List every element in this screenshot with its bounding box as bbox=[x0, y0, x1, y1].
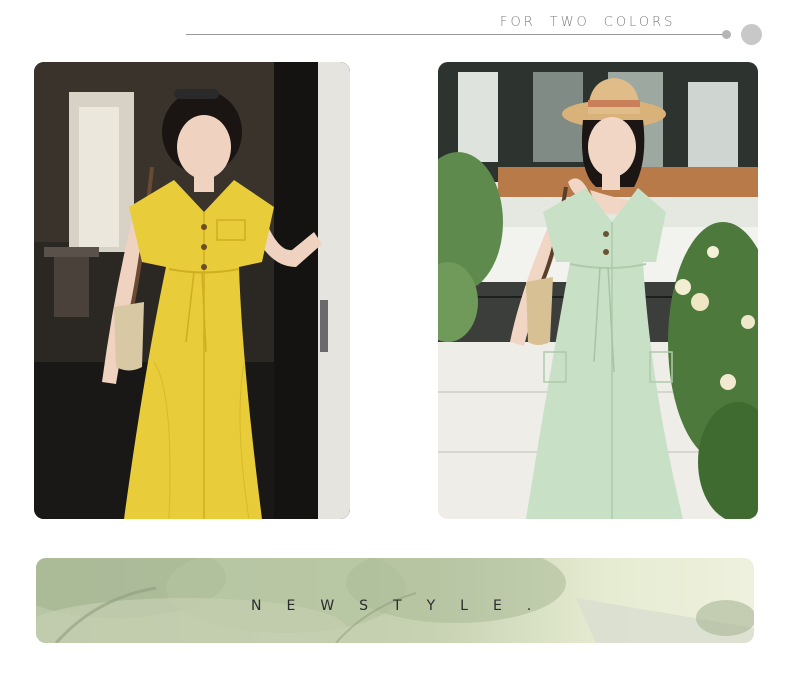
header-divider-line bbox=[186, 34, 726, 35]
yellow-dress-illustration bbox=[34, 62, 350, 519]
small-dot-icon bbox=[722, 30, 731, 39]
header-word-two: TWO bbox=[549, 15, 590, 30]
green-dress-illustration bbox=[438, 62, 758, 519]
header-word-colors: COLORS bbox=[603, 15, 676, 30]
new-style-banner: NEWSTYLE. bbox=[36, 558, 754, 643]
product-photo-yellow bbox=[34, 62, 350, 519]
large-dot-icon bbox=[741, 24, 762, 45]
product-photo-green bbox=[438, 62, 758, 519]
banner-text: NEWSTYLE. bbox=[251, 598, 557, 614]
header-title: FOR TWO COLORS bbox=[500, 15, 675, 30]
header-word-for: FOR bbox=[500, 15, 536, 30]
